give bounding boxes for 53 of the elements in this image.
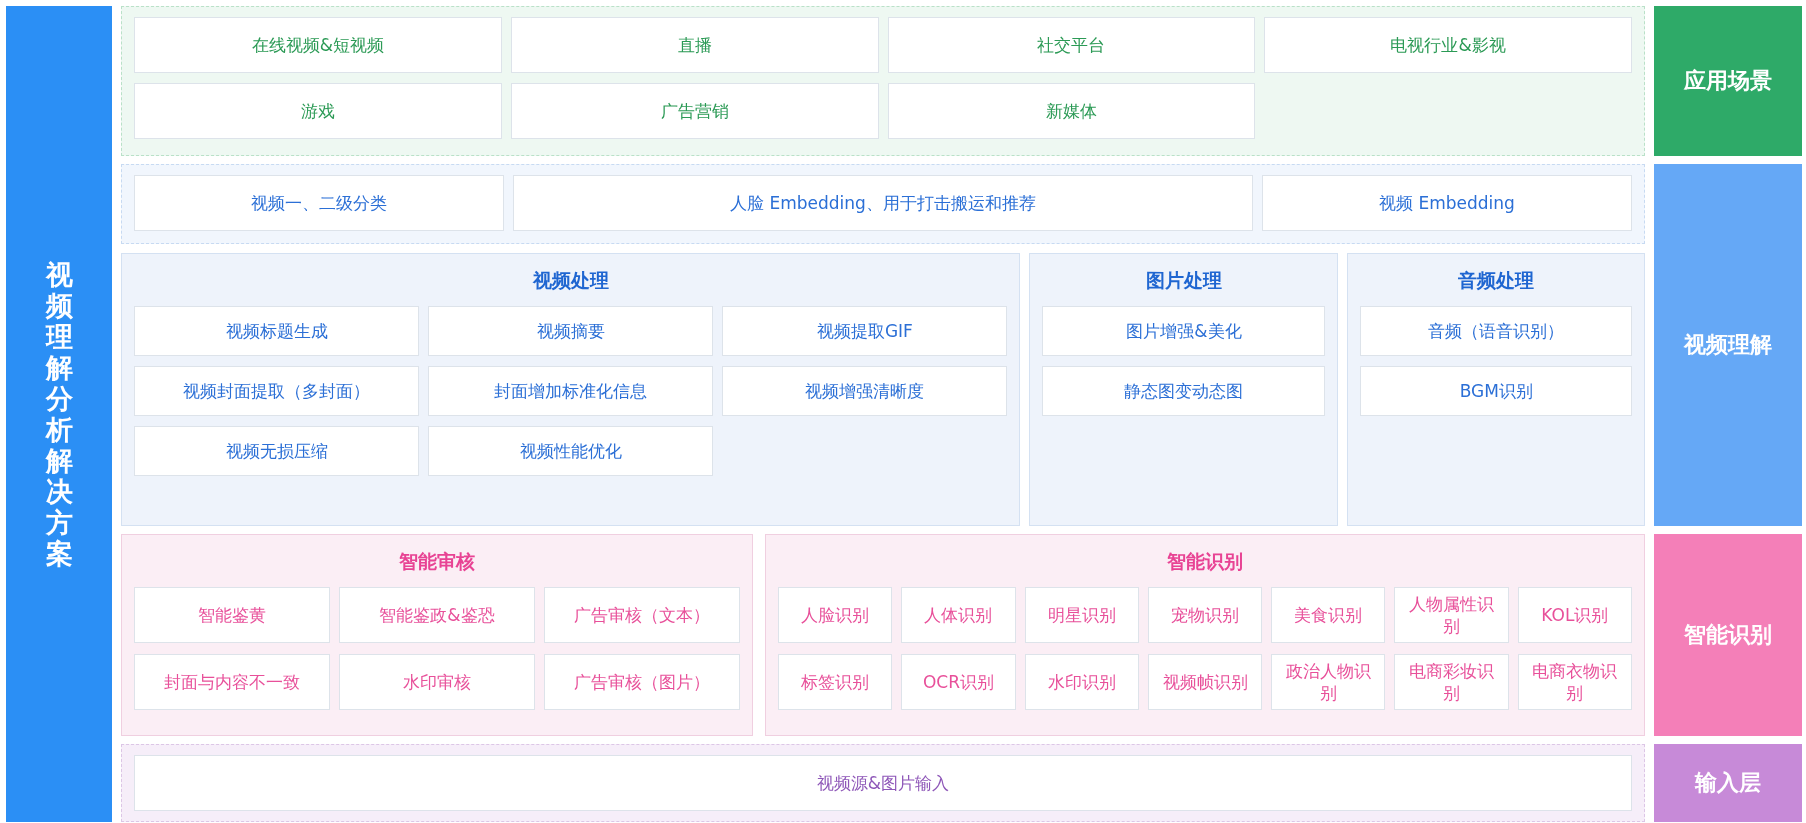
scene-box: 游戏 [134, 83, 502, 139]
scene-box: 直播 [510, 17, 879, 73]
feature-box: 视频封面提取（多封面） [134, 366, 420, 416]
feature-box: 标签识别 [778, 654, 893, 710]
feature-box: 音频（语音识别） [1360, 306, 1632, 356]
panel-title: 音频处理 [1457, 268, 1536, 293]
feature-box: 人体识别 [901, 587, 1016, 643]
feature-box: BGM识别 [1360, 366, 1632, 416]
scene-box: 新媒体 [887, 83, 1256, 139]
panel-title: 视频处理 [531, 268, 610, 293]
panel-title: 智能审核 [398, 549, 476, 574]
feature-box: 人物属性识别 [1394, 587, 1509, 643]
feature-box: OCR识别 [901, 654, 1016, 710]
input-box: 视频源&图片输入 [134, 755, 1632, 811]
feature-box: 智能鉴黄 [134, 587, 330, 643]
feature-box: 政治人物识别 [1271, 654, 1386, 710]
layer-label: 智能识别 [1654, 534, 1802, 736]
layer-label: 应用场景 [1654, 6, 1802, 156]
feature-box: 广告审核（图片） [544, 654, 740, 710]
feature-box: 视频摘要 [428, 306, 714, 356]
feature-box: KOL识别 [1517, 587, 1632, 643]
scene-box: 广告营销 [510, 83, 879, 139]
feature-box: 视频帧识别 [1147, 654, 1263, 710]
feature-box: 视频增强清晰度 [722, 366, 1008, 416]
feature-box: 视频 Embedding [1262, 175, 1632, 231]
feature-box: 视频性能优化 [428, 426, 714, 476]
feature-box: 视频提取GIF [722, 306, 1008, 356]
sidebar-title: 视频理解分析解决方案 [6, 6, 112, 822]
feature-box: 广告审核（文本） [544, 587, 740, 643]
panel-title: 图片处理 [1144, 268, 1223, 293]
feature-box: 人脸 Embedding、用于打击搬运和推荐 [513, 175, 1253, 231]
scene-box: 在线视频&短视频 [134, 17, 502, 73]
layer-label: 输入层 [1654, 744, 1802, 822]
feature-box: 视频无损压缩 [134, 426, 420, 476]
feature-box: 宠物识别 [1147, 587, 1263, 643]
feature-box: 人脸识别 [778, 587, 893, 643]
feature-box: 封面与内容不一致 [134, 654, 330, 710]
feature-box: 静态图变动态图 [1042, 366, 1326, 416]
feature-box: 明星识别 [1024, 587, 1139, 643]
panel-title: 智能识别 [1166, 549, 1244, 574]
layer-label: 视频理解 [1654, 164, 1802, 526]
feature-box: 图片增强&美化 [1042, 306, 1326, 356]
feature-box: 水印审核 [339, 654, 535, 710]
feature-box: 水印识别 [1024, 654, 1139, 710]
feature-box: 视频一、二级分类 [134, 175, 504, 231]
feature-box: 封面增加标准化信息 [428, 366, 714, 416]
feature-box: 智能鉴政&鉴恐 [339, 587, 535, 643]
feature-box: 电商彩妆识别 [1394, 654, 1509, 710]
feature-box: 视频标题生成 [134, 306, 420, 356]
scene-box: 社交平台 [887, 17, 1256, 73]
scene-box: 电视行业&影视 [1264, 17, 1632, 73]
feature-box: 美食识别 [1271, 587, 1386, 643]
feature-box: 电商衣物识别 [1517, 654, 1632, 710]
